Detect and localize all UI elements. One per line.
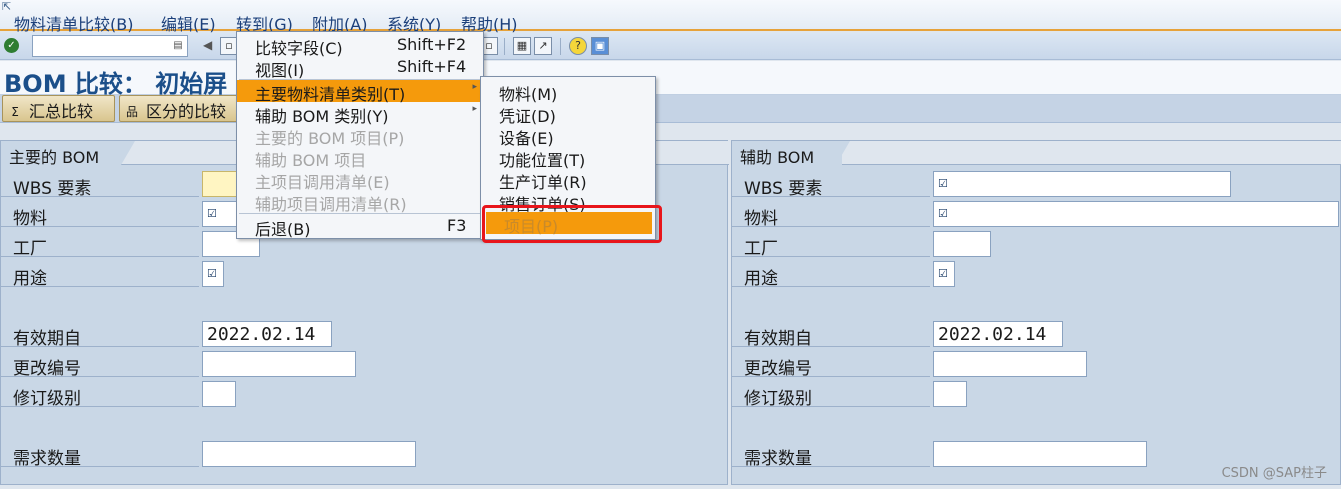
required-check-icon: ☑ bbox=[938, 267, 948, 280]
shortcut-icon[interactable]: ↗ bbox=[534, 37, 552, 55]
annotation-highlight-box bbox=[482, 205, 662, 243]
menu-item-back[interactable]: 后退(B) F3 bbox=[237, 215, 483, 239]
content-area: 主要的 BOM WBS 要素 物料 ☑ 工厂 用途 ☑ 有效期自 2022.02… bbox=[0, 124, 1341, 489]
required-check-icon: ☑ bbox=[207, 267, 217, 280]
usage-input[interactable]: ☑ bbox=[933, 261, 955, 287]
valid-from-row: 有效期自 2022.02.14 bbox=[1, 321, 721, 349]
wbs-label: WBS 要素 bbox=[732, 171, 930, 199]
toolbar-separator bbox=[560, 38, 561, 55]
hierarchy-icon: 品 bbox=[125, 105, 138, 119]
summary-compare-button[interactable]: Σ 汇总比较 bbox=[2, 95, 115, 122]
valid-from-label: 有效期自 bbox=[732, 321, 930, 349]
standard-toolbar: ✓ ▤ ◀ ▫ ▫ ▦ ↗ ? ▣ bbox=[0, 33, 1341, 60]
usage-input[interactable]: ☑ bbox=[202, 261, 224, 287]
menu-bom-compare[interactable]: 物料清单比较(B) bbox=[14, 11, 133, 35]
shortcut-label: Shift+F2 bbox=[397, 35, 467, 54]
required-check-icon: ☑ bbox=[938, 207, 948, 220]
menu-item-primary-where-used: 主项目调用清单(E) bbox=[255, 173, 390, 192]
usage-label: 用途 bbox=[732, 261, 930, 289]
submenu-item-equipment[interactable]: 设备(E) bbox=[481, 124, 655, 148]
menu-edit[interactable]: 编辑(E) bbox=[161, 11, 216, 35]
wbs-row: WBS 要素 ☑ bbox=[732, 171, 1336, 199]
material-row: 物料 ☑ bbox=[732, 201, 1339, 229]
title-bar: BOM 比较： 初始屏 bbox=[0, 61, 1341, 98]
menu-item-compare-fields[interactable]: 比较字段(C) Shift+F2 bbox=[237, 34, 483, 58]
collapse-arrow-icon[interactable]: ◀ bbox=[203, 38, 212, 52]
command-field[interactable]: ▤ bbox=[32, 35, 188, 57]
required-check-icon: ☑ bbox=[207, 207, 217, 220]
layout-menu-icon[interactable]: ▣ bbox=[591, 37, 609, 55]
material-input[interactable]: ☑ bbox=[933, 201, 1339, 227]
menu-bar: ⇱ 物料清单比较(B) 编辑(E) 转到(G) 附加(A) 系统(Y) 帮助(H… bbox=[0, 0, 1341, 34]
shortcut-label: F3 bbox=[447, 216, 467, 235]
revision-level-input[interactable] bbox=[202, 381, 236, 407]
material-label: 物料 bbox=[1, 201, 199, 229]
change-number-row: 更改编号 bbox=[1, 351, 721, 379]
change-number-input[interactable] bbox=[202, 351, 356, 377]
new-session-icon[interactable]: ▦ bbox=[513, 37, 531, 55]
toolbar-separator bbox=[504, 38, 505, 55]
system-menu-icon[interactable]: ⇱ bbox=[2, 0, 11, 13]
menu-item-secondary-bom-item: 辅助 BOM 项目 bbox=[255, 151, 367, 170]
submenu-item-production-order[interactable]: 生产订单(R) bbox=[481, 168, 655, 192]
valid-from-input[interactable]: 2022.02.14 bbox=[202, 321, 332, 347]
usage-row: 用途 ☑ bbox=[1, 261, 721, 289]
valid-from-label: 有效期自 bbox=[1, 321, 199, 349]
revision-level-label: 修订级别 bbox=[1, 381, 199, 409]
plant-input[interactable] bbox=[933, 231, 991, 257]
submenu-arrow-icon: ▸ bbox=[472, 104, 477, 114]
change-number-label: 更改编号 bbox=[1, 351, 199, 379]
valid-from-input[interactable]: 2022.02.14 bbox=[933, 321, 1063, 347]
plant-label: 工厂 bbox=[1, 231, 199, 259]
required-qty-label: 需求数量 bbox=[1, 441, 199, 469]
revision-level-label: 修订级别 bbox=[732, 381, 930, 409]
menu-separator bbox=[239, 213, 481, 214]
watermark: CSDN @SAP柱子 bbox=[1221, 466, 1327, 481]
menu-item-secondary-bom-category[interactable]: 辅助 BOM 类别(Y) ▸ bbox=[237, 102, 483, 126]
pane-header-strip bbox=[842, 141, 1341, 165]
help-icon[interactable]: ? bbox=[569, 37, 587, 55]
required-qty-row: 需求数量 bbox=[1, 441, 721, 469]
valid-from-row: 有效期自 2022.02.14 bbox=[732, 321, 1336, 349]
required-qty-label: 需求数量 bbox=[732, 441, 930, 469]
plant-label: 工厂 bbox=[732, 231, 930, 259]
change-number-label: 更改编号 bbox=[732, 351, 930, 379]
revision-level-input[interactable] bbox=[933, 381, 967, 407]
primary-bom-header: 主要的 BOM bbox=[1, 141, 136, 167]
submenu-item-material[interactable]: 物料(M) bbox=[481, 80, 655, 104]
menu-item-view[interactable]: 视图(I) Shift+F4 bbox=[237, 56, 483, 80]
change-number-row: 更改编号 bbox=[732, 351, 1336, 379]
enter-icon[interactable]: ✓ bbox=[4, 38, 19, 53]
menu-item-primary-bom-item: 主要的 BOM 项目(P) bbox=[255, 129, 405, 148]
wbs-label: WBS 要素 bbox=[1, 171, 199, 199]
shortcut-label: Shift+F4 bbox=[397, 57, 467, 76]
sum-icon: Σ bbox=[11, 105, 19, 119]
change-number-input[interactable] bbox=[933, 351, 1087, 377]
menu-item-secondary-where-used: 辅助项目调用清单(R) bbox=[255, 195, 407, 214]
submenu-item-document[interactable]: 凭证(D) bbox=[481, 102, 655, 126]
usage-label: 用途 bbox=[1, 261, 199, 289]
submenu-arrow-icon: ▸ bbox=[472, 82, 477, 92]
page-title: BOM 比较： 初始屏 bbox=[4, 70, 228, 98]
command-history-icon[interactable]: ▤ bbox=[172, 39, 184, 53]
required-qty-input[interactable] bbox=[933, 441, 1147, 467]
submenu-item-functional-location[interactable]: 功能位置(T) bbox=[481, 146, 655, 170]
required-check-icon: ☑ bbox=[938, 177, 948, 190]
menu-item-primary-bom-category[interactable]: 主要物料清单类别(T) ▸ bbox=[237, 80, 483, 104]
revision-level-row: 修订级别 bbox=[1, 381, 721, 409]
secondary-bom-pane: 辅助 BOM WBS 要素 ☑ 物料 ☑ 工厂 用途 ☑ 有效期自 2022.0… bbox=[731, 140, 1341, 485]
wbs-input[interactable]: ☑ bbox=[933, 171, 1231, 197]
plant-row: 工厂 bbox=[732, 231, 1336, 259]
differential-compare-button[interactable]: 品区分的比较 bbox=[119, 95, 254, 122]
usage-row: 用途 ☑ bbox=[732, 261, 1336, 289]
required-qty-input[interactable] bbox=[202, 441, 416, 467]
application-toolbar: Σ 汇总比较 品区分的比较 bbox=[0, 95, 1341, 123]
material-label: 物料 bbox=[732, 201, 930, 229]
goto-dropdown-menu: 比较字段(C) Shift+F2 视图(I) Shift+F4 主要物料清单类别… bbox=[236, 31, 484, 239]
secondary-bom-header: 辅助 BOM bbox=[732, 141, 851, 167]
revision-level-row: 修订级别 bbox=[732, 381, 1336, 409]
